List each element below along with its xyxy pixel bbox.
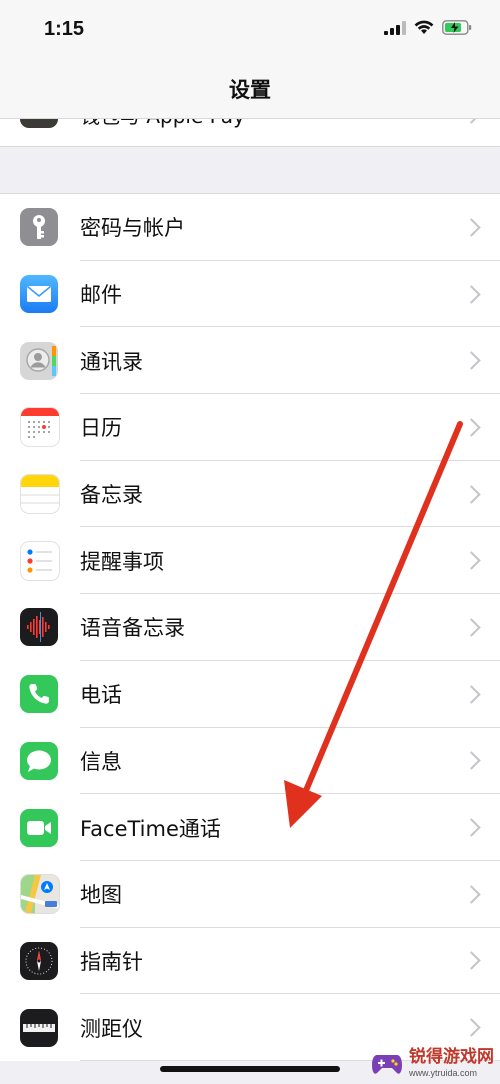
chevron-right-icon — [462, 284, 481, 304]
settings-item-contacts[interactable]: 通讯录 — [0, 327, 500, 395]
mail-icon — [20, 275, 58, 314]
calendar-icon — [20, 407, 60, 448]
settings-item-label: 通讯录 — [80, 349, 143, 374]
chevron-right-icon — [462, 885, 481, 904]
settings-item-calendar[interactable]: 日历 — [0, 394, 500, 461]
watermark: 锐得游戏网 www.ytruida.com — [371, 1049, 494, 1078]
chevron-right-icon — [462, 684, 481, 704]
wifi-icon — [414, 20, 434, 34]
chevron-right-icon — [462, 818, 481, 837]
settings-item-label: 邮件 — [80, 283, 122, 308]
settings-item-phone[interactable]: 电话 — [0, 661, 500, 728]
section-gap — [0, 146, 500, 195]
settings-list: 密码与帐户 邮件 通讯录 日历 备忘录 提醒事项 语音备忘录 电话 信息 Fac… — [0, 193, 500, 1061]
messages-icon — [20, 741, 58, 780]
settings-item-voice-memos[interactable]: 语音备忘录 — [0, 594, 500, 661]
settings-item-label: 信息 — [80, 749, 122, 774]
settings-item-notes[interactable]: 备忘录 — [0, 461, 500, 528]
settings-item-messages[interactable]: 信息 — [0, 728, 500, 795]
status-time: 1:15 — [44, 18, 85, 40]
chevron-right-icon — [462, 351, 481, 370]
status-bar: 1:15 — [0, 0, 500, 60]
chevron-right-icon — [462, 951, 481, 971]
key-icon — [20, 208, 58, 247]
settings-item-passwords[interactable]: 密码与帐户 — [0, 194, 500, 261]
gamepad-logo-icon — [372, 1054, 402, 1074]
navigation-bar: 设置 — [0, 60, 500, 119]
phone-icon — [20, 675, 58, 714]
settings-item-label: 指南针 — [80, 949, 143, 974]
chevron-right-icon — [462, 484, 481, 504]
chevron-right-icon — [462, 1018, 481, 1037]
chevron-right-icon — [462, 218, 481, 237]
settings-item-compass[interactable]: 指南针 — [0, 928, 500, 995]
status-icons — [384, 20, 472, 35]
compass-icon — [20, 941, 58, 980]
battery-charging-icon — [442, 20, 472, 35]
notes-icon — [20, 474, 60, 515]
page-title: 设置 — [229, 78, 271, 102]
chevron-right-icon — [462, 551, 481, 570]
settings-item-label: 语音备忘录 — [80, 616, 185, 641]
settings-item-facetime[interactable]: FaceTime通话 — [0, 794, 500, 861]
watermark-title: 锐得游戏网 — [409, 1047, 494, 1067]
voice-memos-icon — [20, 608, 58, 647]
settings-item-label: 测距仪 — [80, 1016, 143, 1041]
facetime-icon — [20, 808, 58, 847]
measure-icon — [20, 1008, 58, 1047]
chevron-right-icon — [462, 418, 481, 437]
chevron-right-icon — [462, 751, 481, 771]
settings-item-label: 备忘录 — [80, 483, 143, 508]
home-indicator — [160, 1066, 340, 1072]
settings-item-maps[interactable]: 地图 — [0, 861, 500, 928]
settings-item-label: 日历 — [80, 416, 122, 441]
contacts-icon — [20, 341, 58, 380]
settings-item-label: 密码与帐户 — [80, 216, 185, 241]
settings-item-label: 电话 — [80, 683, 122, 708]
watermark-url: www.ytruida.com — [409, 1068, 478, 1078]
settings-item-label: FaceTime通话 — [80, 816, 221, 841]
settings-item-mail[interactable]: 邮件 — [0, 261, 500, 328]
maps-icon — [20, 874, 60, 915]
settings-item-label: 提醒事项 — [80, 549, 164, 574]
settings-item-reminders[interactable]: 提醒事项 — [0, 527, 500, 595]
settings-item-label: 地图 — [80, 883, 122, 908]
reminders-icon — [20, 540, 60, 581]
cellular-signal-icon — [384, 20, 406, 35]
chevron-right-icon — [462, 618, 481, 637]
